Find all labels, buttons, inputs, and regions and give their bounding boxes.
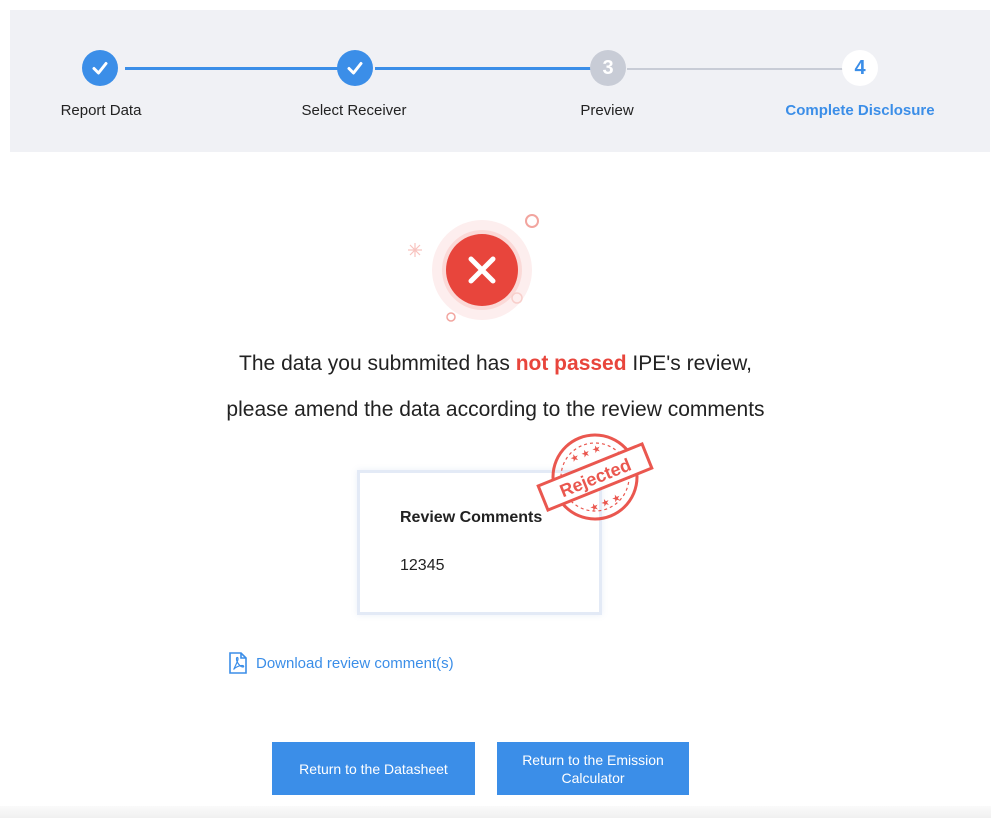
step-1-check-icon — [82, 50, 118, 86]
pdf-file-icon — [229, 652, 247, 674]
return-to-datasheet-button[interactable]: Return to the Datasheet — [272, 742, 475, 795]
step-1-label: Report Data — [60, 102, 142, 119]
step-connector-3 — [627, 68, 859, 70]
download-label: Download review comment(s) — [256, 654, 454, 672]
step-4-number: 4 — [842, 50, 878, 86]
step-3-label: Preview — [580, 102, 634, 119]
review-comments-value: 12345 — [400, 557, 445, 574]
result-message-line-2: please amend the data according to the r… — [226, 398, 765, 421]
return-to-emission-calculator-button[interactable]: Return to the Emission Calculator — [497, 742, 689, 795]
step-connector-2 — [375, 67, 607, 70]
download-review-comments-link[interactable]: Download review comment(s) — [228, 652, 454, 674]
progress-stepper: 3 4 Report Data Select Receiver Preview … — [10, 10, 990, 152]
review-comments-title: Review Comments — [400, 509, 543, 526]
result-message-line-1: The data you submmited has not passed IP… — [0, 352, 991, 376]
step-2-check-icon — [337, 50, 373, 86]
step-2-label: Select Receiver — [301, 102, 407, 119]
not-passed-highlight: not passed — [515, 352, 627, 375]
message-text: The data you submmited has — [239, 352, 516, 375]
bottom-edge — [0, 806, 991, 818]
step-4-label: Complete Disclosure — [785, 102, 935, 119]
rejected-stamp: Rejected ★ ★ ★ ★ ★ ★ — [536, 433, 654, 521]
error-close-icon — [408, 214, 539, 322]
message-text-end: IPE's review, — [626, 352, 752, 375]
step-3-number: 3 — [590, 50, 626, 86]
step-connector-1 — [125, 67, 355, 70]
